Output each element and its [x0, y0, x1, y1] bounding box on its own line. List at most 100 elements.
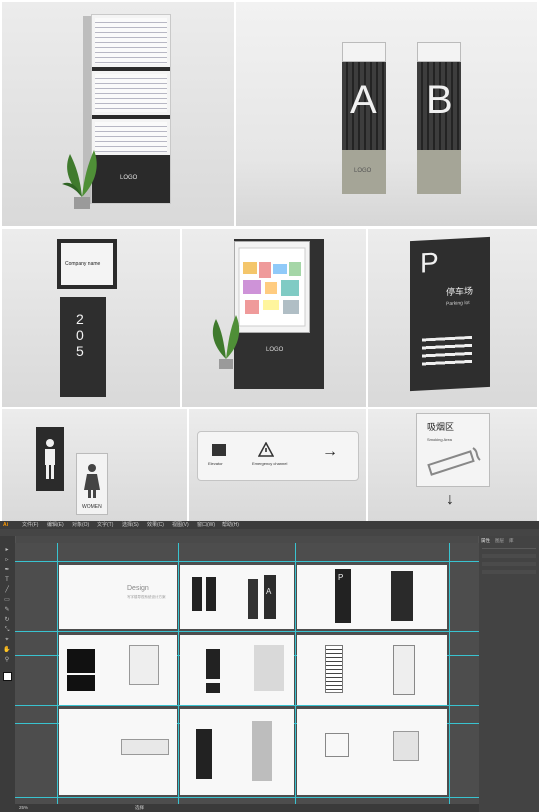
menu-select[interactable]: 选择(S) — [122, 521, 139, 529]
cigarette-icon — [427, 447, 481, 476]
male-restroom-sign — [36, 427, 64, 491]
pylon-sign-render: A LOGO B — [236, 2, 537, 226]
document-tab-bar: 写字楼导视系统设计 @ 25% (RGB/GPU 预览) — [16, 536, 478, 550]
direct-selection-tool-icon[interactable]: ▹ — [3, 556, 11, 564]
cover-subtitle: 写字楼导视系统设计方案 — [127, 595, 166, 599]
menu-effect[interactable]: 效果(C) — [147, 521, 164, 529]
floor-map-sign-render: LOGO — [182, 229, 366, 407]
smoking-sign: 吸烟区 Smoking Area — [416, 413, 490, 487]
brush-tool-icon[interactable]: ✎ — [3, 606, 11, 614]
plant-icon — [62, 142, 102, 212]
parking-sign: P 停车场 Parking lot — [410, 236, 490, 392]
directory-panel-3 — [95, 122, 167, 152]
map-sign-logo: LOGO — [266, 347, 284, 353]
scale-tool-icon[interactable]: ⤡ — [3, 626, 11, 634]
menu-window[interactable]: 窗口(W) — [197, 521, 215, 529]
hand-tool-icon[interactable]: ✋ — [3, 646, 11, 654]
room-number-sign-render: Company name 205 — [2, 229, 180, 407]
menu-object[interactable]: 对象(O) — [72, 521, 89, 529]
line-tool-icon[interactable]: ╱ — [3, 586, 11, 594]
hanging-sign-render: Elevator Emergency channel → — [189, 409, 366, 521]
guide-line[interactable] — [178, 543, 179, 804]
artboard-canvas[interactable]: Design 写字楼导视系统设计方案 A P — [15, 543, 479, 804]
artboard-restroom[interactable] — [180, 635, 294, 705]
smoking-title-en: Smoking Area — [427, 437, 452, 442]
rotate-tool-icon[interactable]: ↻ — [3, 616, 11, 624]
artboard-cover[interactable]: Design 写字楼导视系统设计方案 — [59, 565, 177, 629]
arrow-right-icon: → — [322, 443, 338, 460]
women-label: WOMEN — [82, 504, 102, 510]
room-number: 205 — [76, 311, 84, 359]
artboard-room-sign[interactable] — [59, 635, 177, 705]
warning-icon — [257, 441, 275, 458]
collage: LOGO A LOGO B Company name 205 LOGO P 停车… — [0, 0, 539, 812]
elevator-label: Elevator — [208, 461, 223, 466]
guide-line[interactable] — [15, 797, 479, 798]
guide-line[interactable] — [57, 543, 58, 804]
pylon-letter-b: B — [426, 78, 453, 122]
room-sign-header: Company name — [57, 239, 117, 289]
zoom-tool-icon[interactable]: ⚲ — [3, 656, 11, 664]
guide-line[interactable] — [449, 543, 450, 804]
arrow-down-icon: ↓ — [446, 491, 454, 508]
emergency-label: Emergency channel — [252, 461, 288, 466]
parking-label-en: Parking lot — [446, 299, 470, 308]
type-tool-icon[interactable]: T — [3, 576, 11, 584]
artboard-letter-p: P — [338, 573, 344, 582]
floor-map — [234, 241, 310, 333]
plant-icon — [208, 309, 244, 373]
directory-board: LOGO — [91, 14, 171, 204]
female-icon — [84, 464, 100, 498]
female-restroom-sign: WOMEN — [76, 453, 108, 515]
room-sign-body: 205 — [60, 297, 106, 397]
parking-label-cn: 停车场 — [446, 285, 474, 298]
eyedropper-tool-icon[interactable]: ⌖ — [3, 636, 11, 644]
guide-line[interactable] — [15, 561, 479, 562]
selection-tool-icon[interactable]: ▸ — [3, 546, 11, 554]
artboard-parking[interactable]: P — [297, 565, 447, 629]
rectangle-tool-icon[interactable]: ▭ — [3, 596, 11, 604]
restroom-sign-render: WOMEN — [2, 409, 187, 521]
panel-tab-properties[interactable]: 属性 — [481, 538, 490, 544]
pylon-b: B — [417, 42, 461, 194]
app-logo[interactable]: Ai — [3, 521, 8, 529]
artboard-smoking[interactable] — [297, 709, 447, 795]
parking-letter: P — [420, 246, 439, 279]
menu-help[interactable]: 帮助(H) — [222, 521, 239, 529]
current-tool: 选择 — [135, 805, 144, 810]
cover-title: Design — [127, 585, 149, 592]
directory-panel-2 — [95, 74, 167, 112]
directory-base: LOGO — [92, 155, 170, 203]
menu-edit[interactable]: 编辑(E) — [47, 521, 64, 529]
zoom-level[interactable]: 25% — [19, 804, 28, 812]
guide-line[interactable] — [295, 543, 296, 804]
artboard-pylons[interactable]: A — [180, 565, 294, 629]
pylon-a-stone-base: LOGO — [342, 150, 386, 194]
artboard-pillar[interactable] — [180, 709, 294, 795]
artboard-directory[interactable] — [297, 635, 447, 705]
artboard-hanging-sign[interactable] — [59, 709, 177, 795]
menu-type[interactable]: 文字(T) — [97, 521, 113, 529]
menu-file[interactable]: 文件(F) — [22, 521, 38, 529]
directory-panel-1 — [95, 18, 167, 64]
fill-stroke-swatch[interactable] — [3, 672, 12, 681]
pylon-a: A LOGO — [342, 42, 386, 194]
directory-divider — [92, 67, 170, 71]
directory-logo: LOGO — [120, 175, 138, 181]
elevator-icon — [212, 444, 226, 456]
menu-view[interactable]: 视图(V) — [172, 521, 189, 529]
guide-line[interactable] — [15, 631, 479, 632]
panel-tab-layers[interactable]: 图层 — [495, 538, 504, 544]
smoking-area-sign-render: 吸烟区 Smoking Area ↓ — [368, 409, 537, 521]
panel-tab-libraries[interactable]: 库 — [509, 538, 514, 544]
guide-line[interactable] — [15, 705, 479, 706]
artboard-letter-a: A — [266, 587, 272, 596]
smoking-title-cn: 吸烟区 — [427, 422, 455, 432]
room-sign-company: Company name — [65, 261, 101, 267]
pen-tool-icon[interactable]: ✒ — [3, 566, 11, 574]
toolbar: ▸ ▹ ✒ T ╱ ▭ ✎ ↻ ⤡ ⌖ ✋ ⚲ — [0, 536, 15, 812]
parking-sign-render: P 停车场 Parking lot — [368, 229, 537, 407]
design-app-window: Ai 文件(F) 编辑(E) 对象(O) 文字(T) 选择(S) 效果(C) 视… — [0, 521, 539, 812]
directory-sign-render: LOGO — [2, 2, 234, 226]
pylon-letter-a: A — [350, 78, 377, 122]
